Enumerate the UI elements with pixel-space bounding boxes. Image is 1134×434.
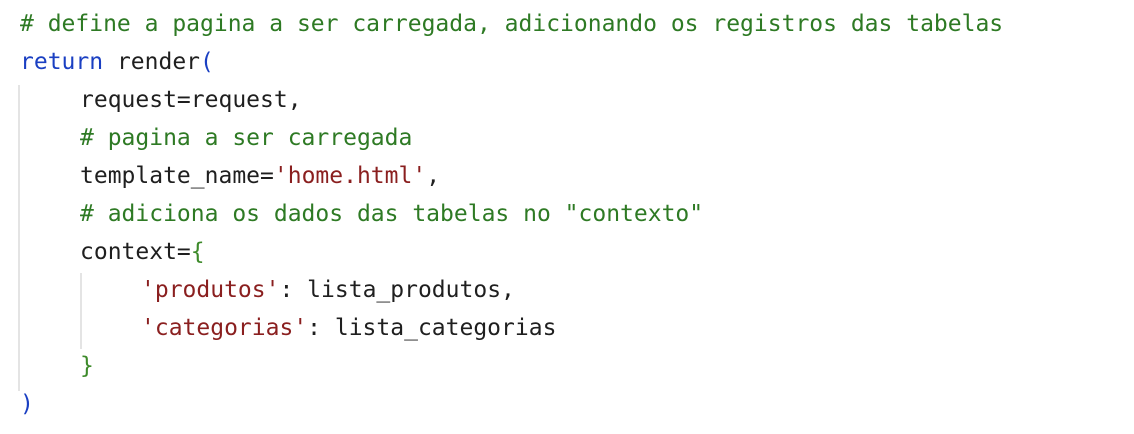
comment-token: # define a pagina a ser carregada, adici… bbox=[20, 11, 1004, 37]
code-line-1[interactable]: # define a pagina a ser carregada, adici… bbox=[0, 5, 1134, 43]
comment-token: # adiciona os dados das tabelas no "cont… bbox=[80, 201, 704, 227]
dict-key-token: 'produtos' bbox=[141, 277, 280, 303]
function-name-token: render bbox=[103, 49, 201, 75]
code-line-4[interactable]: # pagina a ser carregada bbox=[0, 119, 1134, 157]
code-line-2[interactable]: return render( bbox=[0, 43, 1134, 81]
string-token: 'home.html' bbox=[273, 163, 427, 189]
comma-token: , bbox=[426, 163, 441, 189]
code-line-9[interactable]: 'categorias': lista_categorias bbox=[0, 309, 1134, 347]
argument-token: template_name= bbox=[80, 163, 274, 189]
dict-value-token: : lista_categorias bbox=[307, 315, 557, 341]
open-paren-token: ( bbox=[200, 49, 214, 75]
code-line-5[interactable]: template_name='home.html', bbox=[0, 157, 1134, 195]
close-paren-token: ) bbox=[20, 391, 34, 417]
code-line-8[interactable]: 'produtos': lista_produtos, bbox=[0, 271, 1134, 309]
code-editor[interactable]: # define a pagina a ser carregada, adici… bbox=[0, 0, 1134, 434]
argument-token: context= bbox=[80, 239, 191, 265]
comment-token: # pagina a ser carregada bbox=[80, 125, 413, 151]
open-brace-token: { bbox=[190, 239, 205, 265]
close-brace-token: } bbox=[80, 353, 94, 379]
dict-key-token: 'categorias' bbox=[141, 315, 308, 341]
code-line-11[interactable]: ) bbox=[0, 385, 1134, 423]
code-line-3[interactable]: request=request, bbox=[0, 81, 1134, 119]
code-line-10[interactable]: } bbox=[0, 347, 1134, 385]
argument-token: request=request, bbox=[80, 87, 302, 113]
code-line-6[interactable]: # adiciona os dados das tabelas no "cont… bbox=[0, 195, 1134, 233]
keyword-token: return bbox=[20, 49, 104, 75]
code-line-7[interactable]: context={ bbox=[0, 233, 1134, 271]
dict-value-token: : lista_produtos, bbox=[279, 277, 515, 303]
